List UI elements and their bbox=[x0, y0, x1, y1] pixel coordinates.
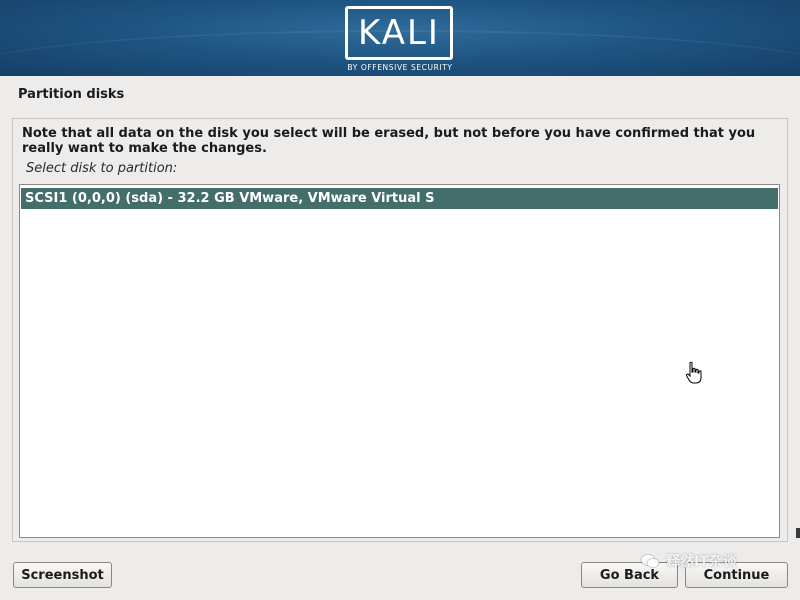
kali-banner: KALI BY OFFENSIVE SECURITY bbox=[0, 0, 800, 76]
page-title: Partition disks bbox=[18, 87, 125, 102]
watermark-text: 释然IT杂谈 bbox=[666, 554, 737, 570]
hand-pointer-icon bbox=[685, 361, 702, 384]
erase-warning-note: Note that all data on the disk you selec… bbox=[22, 126, 756, 156]
window-edge-mark bbox=[796, 528, 800, 538]
watermark: 释然IT杂谈 bbox=[640, 548, 737, 574]
kali-logo-subtitle: BY OFFENSIVE SECURITY bbox=[347, 63, 453, 72]
kali-logo: KALI bbox=[345, 6, 453, 60]
select-disk-prompt: Select disk to partition: bbox=[26, 161, 178, 176]
disk-listbox[interactable]: SCSI1 (0,0,0) (sda) - 32.2 GB VMware, VM… bbox=[19, 184, 780, 538]
disk-list-item-sda[interactable]: SCSI1 (0,0,0) (sda) - 32.2 GB VMware, VM… bbox=[21, 188, 778, 209]
kali-logo-text: KALI bbox=[358, 13, 440, 53]
wechat-icon bbox=[640, 554, 660, 568]
screenshot-button[interactable]: Screenshot bbox=[13, 562, 112, 588]
